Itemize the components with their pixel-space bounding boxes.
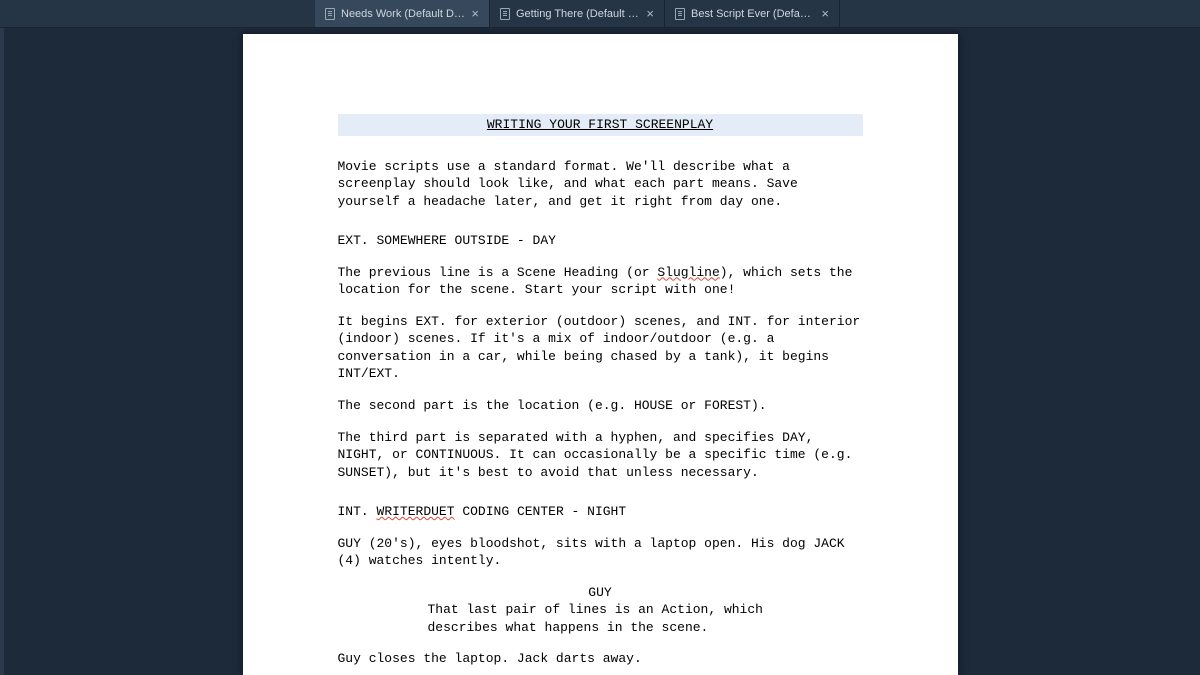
document-tab[interactable]: Best Script Ever (Default Do… ×: [665, 0, 840, 27]
left-gutter: [0, 28, 4, 675]
action-paragraph: The second part is the location (e.g. HO…: [338, 397, 863, 415]
document-tab[interactable]: Getting There (Default Docu… ×: [490, 0, 665, 27]
scene-heading: INT. WRITERDUET CODING CENTER - NIGHT: [338, 503, 863, 521]
close-icon[interactable]: ×: [821, 7, 829, 20]
spellcheck-squiggle: WRITERDUET: [377, 504, 455, 519]
document-icon: [500, 8, 510, 20]
document-icon: [675, 8, 685, 20]
title-highlight[interactable]: WRITING YOUR FIRST SCREENPLAY: [338, 114, 863, 136]
tab-label: Getting There (Default Docu…: [516, 8, 640, 20]
dialogue: That last pair of lines is an Action, wh…: [428, 601, 773, 636]
document-icon: [325, 8, 335, 20]
scene-heading: EXT. SOMEWHERE OUTSIDE - DAY: [338, 232, 863, 250]
document-tab[interactable]: Needs Work (Default Docum… ×: [315, 0, 490, 27]
action-paragraph: The third part is separated with a hyphe…: [338, 429, 863, 482]
action-paragraph: The previous line is a Scene Heading (or…: [338, 264, 863, 299]
close-icon[interactable]: ×: [471, 7, 479, 20]
action-paragraph: It begins EXT. for exterior (outdoor) sc…: [338, 313, 863, 383]
character-cue: GUY: [428, 584, 773, 602]
document-page[interactable]: WRITING YOUR FIRST SCREENPLAY Movie scri…: [243, 34, 958, 675]
action-paragraph: Guy closes the laptop. Jack darts away.: [338, 650, 863, 668]
tab-label: Needs Work (Default Docum…: [341, 8, 465, 20]
close-icon[interactable]: ×: [646, 7, 654, 20]
spellcheck-squiggle: Slugline: [657, 265, 719, 280]
action-paragraph: GUY (20's), eyes bloodshot, sits with a …: [338, 535, 863, 570]
document-title: WRITING YOUR FIRST SCREENPLAY: [487, 117, 713, 132]
action-paragraph: Movie scripts use a standard format. We'…: [338, 158, 863, 211]
editor-workspace: WRITING YOUR FIRST SCREENPLAY Movie scri…: [0, 28, 1200, 675]
tab-label: Best Script Ever (Default Do…: [691, 8, 815, 20]
tab-bar: Needs Work (Default Docum…×Getting There…: [0, 0, 1200, 28]
